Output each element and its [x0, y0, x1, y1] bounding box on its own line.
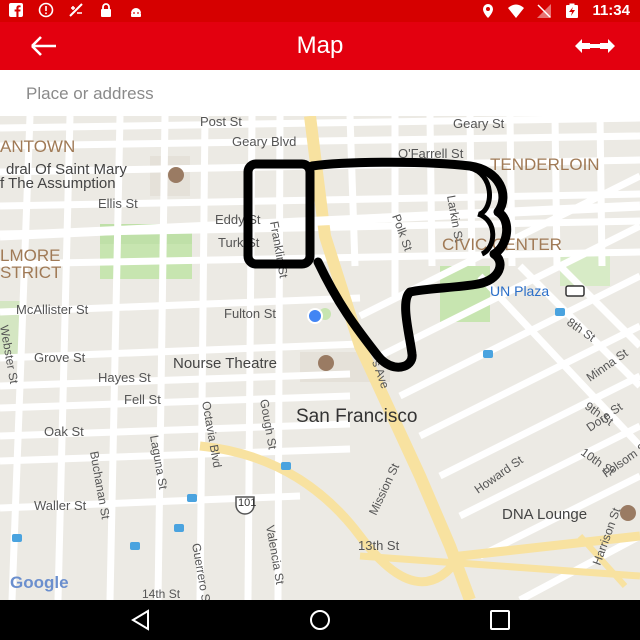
battery-charging-icon [566, 3, 579, 18]
wifi-icon [508, 4, 525, 18]
poi-label: UN Plaza [490, 283, 549, 299]
android-icon [131, 8, 141, 17]
street-label: Hayes St [98, 370, 151, 385]
lock-icon [101, 3, 111, 17]
street-label: Eddy St [215, 212, 261, 227]
street-label: Geary Blvd [232, 134, 296, 149]
no-signal-icon [69, 3, 83, 17]
no-sim-icon [537, 4, 552, 18]
neighborhood-label: ANTOWN [0, 137, 75, 156]
street-label: Fulton St [224, 306, 276, 321]
facebook-icon [9, 3, 23, 18]
street-label: Ellis St [98, 196, 138, 211]
bart-marker-icon[interactable] [565, 285, 585, 297]
swap-arrows-icon[interactable] [572, 32, 618, 60]
street-label: Post St [200, 116, 242, 129]
neighborhood-label: TENDERLOIN [490, 155, 600, 174]
city-label: San Francisco [296, 406, 417, 427]
street-label: Grove St [34, 350, 86, 365]
poi-label: f The Assumption [0, 175, 116, 192]
app-bar: Map [0, 22, 640, 70]
location-icon [483, 4, 494, 18]
map-canvas[interactable]: Post St Geary Blvd Geary St O'Farrell St… [0, 116, 640, 600]
map-view[interactable]: Post St Geary Blvd Geary St O'Farrell St… [0, 116, 640, 600]
status-clock: 11:34 [592, 2, 630, 19]
back-triangle-icon[interactable] [128, 608, 154, 632]
street-label: Fell St [124, 392, 161, 407]
street-label: Waller St [34, 498, 87, 513]
street-label: 13th St [358, 538, 400, 553]
home-circle-icon[interactable] [307, 608, 333, 632]
google-logo: Google [10, 573, 69, 592]
street-label: McAllister St [16, 302, 89, 317]
street-label: Turk St [218, 235, 260, 250]
route-label: 101 [238, 497, 256, 509]
poi-label: Nourse Theatre [173, 355, 277, 372]
page-title: Map [296, 32, 344, 59]
street-label: Geary St [453, 116, 505, 131]
current-location-dot[interactable] [307, 308, 323, 324]
poi-label: DNA Lounge [502, 506, 587, 523]
search-bar [0, 70, 640, 116]
street-label: Oak St [44, 424, 84, 439]
neighborhood-label: STRICT [0, 263, 61, 282]
street-label: 14th St [142, 587, 181, 600]
place-search-input[interactable] [24, 78, 618, 110]
church-marker-icon[interactable] [168, 167, 184, 183]
recents-square-icon[interactable] [487, 608, 513, 632]
alert-icon [38, 2, 54, 18]
system-nav-bar [0, 600, 640, 640]
theatre-marker-icon[interactable] [318, 355, 334, 371]
status-bar: 11:34 [0, 0, 640, 22]
